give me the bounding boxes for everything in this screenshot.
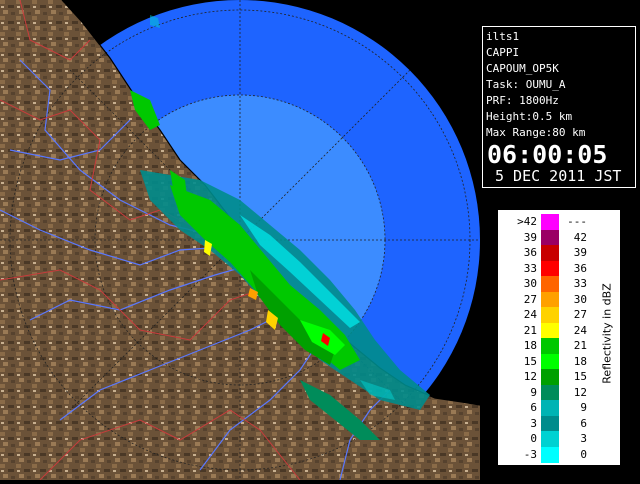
legend-row: -3 0 <box>499 446 589 463</box>
legend-lower-bound: 33 <box>523 261 537 275</box>
legend-swatch <box>541 260 559 277</box>
legend-row: 30 33 <box>499 276 589 292</box>
legend-swatch <box>541 384 559 401</box>
height-label: Height:0.5 km <box>486 110 573 123</box>
legend-row: 03 <box>499 431 589 447</box>
legend-upper-bound: 42 <box>573 230 587 244</box>
legend-row: 69 <box>499 400 589 416</box>
legend-upper-bound: 9 <box>580 401 587 414</box>
legend-swatch <box>541 338 559 354</box>
legend-swatch <box>541 214 559 230</box>
legend-swatch <box>541 322 559 339</box>
radar-map[interactable] <box>0 0 480 480</box>
legend-row: 21 24 <box>499 322 589 339</box>
legend-row: 24 27 <box>499 307 589 323</box>
legend-swatch <box>541 307 559 323</box>
legend-upper-bound: 3 <box>580 432 587 445</box>
legend-row: 36 39 <box>499 245 589 261</box>
legend-row: 18 21 <box>499 338 589 354</box>
legend-upper-bound: 24 <box>573 323 587 337</box>
legend-upper-bound: 18 <box>573 354 587 368</box>
legend-lower-bound: 21 <box>523 323 537 337</box>
legend-upper-bound: --- <box>567 215 587 228</box>
task-label: Task: OUMU_A <box>486 78 566 91</box>
station-name: ilts1 <box>486 30 520 43</box>
legend-lower-bound: 18 <box>523 339 537 352</box>
legend-swatch <box>541 446 559 463</box>
time-display: 06:00:05 <box>487 140 608 169</box>
radar-map-svg <box>0 0 480 480</box>
legend-lower-bound: 6 <box>530 401 537 414</box>
date-display: 5 DEC 2011 JST <box>495 167 622 185</box>
legend-swatch <box>541 400 559 416</box>
side-panel: ilts1 CAPPI CAPOUM_OP5K Task: OUMU_A PRF… <box>480 0 640 480</box>
legend-swatch <box>541 276 559 292</box>
max-range-label: Max Range:80 km <box>486 126 586 139</box>
legend-lower-bound: 36 <box>523 246 537 259</box>
legend-upper-bound: 21 <box>573 339 587 352</box>
legend-swatch <box>541 245 559 261</box>
product-name: CAPOUM_OP5K <box>486 62 559 75</box>
legend-lower-bound: -3 <box>523 447 537 461</box>
legend-unit: Reflectivity in dBZ <box>593 217 617 457</box>
legend-unit-label: Reflectivity in dBZ <box>600 283 614 384</box>
legend-swatch <box>541 229 559 246</box>
legend-lower-bound: >42 <box>517 215 537 228</box>
legend-swatch <box>541 291 559 308</box>
color-legend: >42 --- 39 42 36 39 33 36 30 33 27 30 24 27 21 24 18 21 15… <box>498 210 620 465</box>
legend-swatch <box>541 415 559 432</box>
legend-upper-bound: 33 <box>573 277 587 290</box>
legend-row: 39 42 <box>499 229 589 246</box>
legend-upper-bound: 6 <box>580 416 587 430</box>
legend-upper-bound: 15 <box>573 370 587 383</box>
info-box: ilts1 CAPPI CAPOUM_OP5K Task: OUMU_A PRF… <box>482 26 636 188</box>
legend-row: >42 --- <box>499 214 589 230</box>
legend-lower-bound: 24 <box>523 308 537 321</box>
legend-lower-bound: 3 <box>530 416 537 430</box>
prf-label: PRF: 1800Hz <box>486 94 559 107</box>
legend-upper-bound: 12 <box>573 385 587 399</box>
legend-swatch <box>541 369 559 385</box>
legend-upper-bound: 27 <box>573 308 587 321</box>
product-type: CAPPI <box>486 46 520 59</box>
legend-lower-bound: 0 <box>530 432 537 445</box>
legend-upper-bound: 39 <box>573 246 587 259</box>
legend-upper-bound: 30 <box>573 292 587 306</box>
legend-lower-bound: 12 <box>523 370 537 383</box>
legend-swatch <box>541 353 559 370</box>
legend-row: 15 18 <box>499 353 589 370</box>
legend-upper-bound: 36 <box>573 261 587 275</box>
legend-row: 27 30 <box>499 291 589 308</box>
legend-row: 12 15 <box>499 369 589 385</box>
legend-lower-bound: 9 <box>530 385 537 399</box>
legend-row: 36 <box>499 415 589 432</box>
legend-swatch <box>541 431 559 447</box>
legend-upper-bound: 0 <box>580 447 587 461</box>
legend-row: 9 12 <box>499 384 589 401</box>
legend-lower-bound: 39 <box>523 230 537 244</box>
legend-row: 33 36 <box>499 260 589 277</box>
legend-lower-bound: 15 <box>523 354 537 368</box>
legend-lower-bound: 27 <box>523 292 537 306</box>
legend-lower-bound: 30 <box>523 277 537 290</box>
